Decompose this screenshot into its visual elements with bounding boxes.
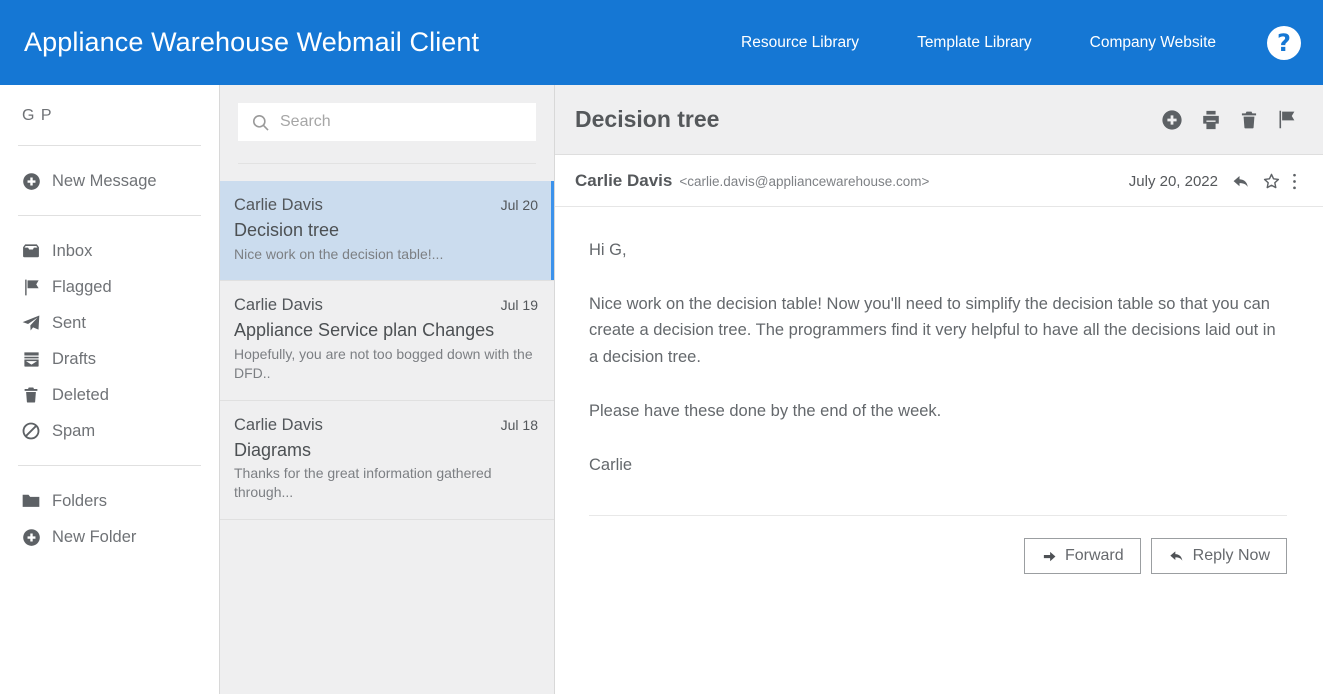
paper-plane-icon [20,312,42,334]
arrow-right-icon [1041,549,1058,564]
forward-button[interactable]: Forward [1023,538,1141,575]
message-preview: Thanks for the great information gathere… [234,465,492,501]
body-paragraph-signature: Carlie [589,455,633,474]
sidebar-compose-group: New Message [18,146,201,215]
message-preview: Nice work on the decision table!... [234,245,444,262]
sender-info: Carlie Davis <carlie.davis@applianceware… [575,171,929,191]
sidebar-item-deleted[interactable]: Deleted [18,377,201,413]
user-initials: G P [22,107,53,124]
search-box[interactable] [238,103,536,141]
message-body: Hi G, Nice work on the decision table! N… [555,207,1323,694]
app-body: G P New Message Inbox Flagged Sent Draft… [0,85,1323,694]
forward-button-label: Forward [1064,547,1124,565]
sidebar-folder-actions-group: Folders New Folder [18,466,201,571]
message-date: Jul 18 [500,416,538,433]
message-sender: Carlie Davis [234,296,323,315]
search-wrapper [220,85,554,141]
sidebar-item-new-message[interactable]: New Message [18,163,201,199]
message-list-item-diagrams[interactable]: Carlie Davis Jul 18 Diagrams Thanks for … [220,401,554,520]
nav-link-company-website[interactable]: Company Website [1061,28,1245,58]
sidebar-item-label: Inbox [52,241,93,260]
sidebar-item-label: Folders [52,491,108,510]
flag-icon [20,276,42,298]
nav-link-resource-library[interactable]: Resource Library [712,28,888,58]
more-vertical-icon[interactable] [1292,172,1297,191]
sender-name: Carlie Davis [575,171,673,190]
reading-pane-toolbar [1161,109,1297,131]
message-action-buttons: Forward Reply Now [589,538,1287,575]
message-subject: Appliance Service plan Changes [234,320,495,341]
delete-icon[interactable] [1239,110,1259,130]
sidebar-item-spam[interactable]: Spam [18,413,201,449]
search-input[interactable] [280,113,523,131]
message-date: Jul 20 [500,197,538,213]
reading-pane-title: Decision tree [575,106,720,132]
app-header: Appliance Warehouse Webmail Client Resou… [0,0,1323,85]
sender-email: <carlie.davis@appliancewarehouse.com> [679,174,930,189]
message-subject: Decision tree [234,220,340,240]
message-meta-row: Carlie Davis Jul 20 [234,196,538,215]
message-list: Carlie Davis Jul 20 Decision tree Nice w… [220,181,554,520]
message-date: July 20, 2022 [1128,172,1218,190]
drafts-envelope-icon [20,348,42,370]
sidebar-item-label: Sent [52,313,86,332]
sidebar-item-label: New Message [52,171,157,190]
message-subject: Diagrams [234,439,312,460]
message-actions: July 20, 2022 [1129,172,1297,191]
message-sender-row: Carlie Davis <carlie.davis@applianceware… [555,155,1323,207]
app-title: Appliance Warehouse Webmail Client [24,27,480,57]
message-date: Jul 19 [500,297,538,314]
sidebar-item-folders[interactable]: Folders [18,483,201,519]
reading-pane-header: Decision tree [555,85,1323,155]
folder-icon [20,490,42,512]
reading-pane: Decision tree Carlie Davis <carlie.davis… [555,85,1323,694]
body-paragraph-greeting: Hi G, [589,241,627,259]
message-meta-row: Carlie Davis Jul 18 [234,416,538,435]
message-preview: Hopefully, you are not too bogged down w… [234,345,533,381]
sidebar-item-inbox[interactable]: Inbox [18,233,201,269]
body-paragraph-main: Nice work on the decision table! Now you… [589,294,1276,367]
plus-circle-icon [20,526,42,548]
star-outline-icon[interactable] [1262,172,1281,191]
reply-arrow-icon [1168,548,1186,564]
sidebar-folders-group: Inbox Flagged Sent Drafts Deleted Spam [18,216,201,465]
sidebar-item-flagged[interactable]: Flagged [18,269,201,305]
reply-now-button-label: Reply Now [1192,547,1270,565]
header-nav: Resource Library Template Library Compan… [712,25,1301,60]
plus-circle-icon [20,170,42,192]
body-divider [589,515,1287,517]
trash-icon [20,384,42,406]
add-icon[interactable] [1161,109,1183,131]
inbox-icon [20,240,42,262]
flag-icon[interactable] [1276,109,1297,130]
sidebar-item-label: New Folder [52,527,137,546]
message-list-item-decision-tree[interactable]: Carlie Davis Jul 20 Decision tree Nice w… [220,181,554,282]
sidebar-item-new-folder[interactable]: New Folder [18,519,201,555]
print-icon[interactable] [1200,109,1222,131]
sidebar-item-drafts[interactable]: Drafts [18,341,201,377]
reply-arrow-icon[interactable] [1232,172,1251,191]
search-separator [238,163,536,164]
reply-now-button[interactable]: Reply Now [1150,538,1287,575]
search-icon [251,113,270,132]
nav-link-template-library[interactable]: Template Library [888,28,1061,58]
message-sender: Carlie Davis [234,196,323,214]
ban-icon [20,420,42,442]
sidebar: G P New Message Inbox Flagged Sent Draft… [0,85,220,694]
message-list-panel: Carlie Davis Jul 20 Decision tree Nice w… [220,85,555,694]
sidebar-item-label: Drafts [52,349,97,368]
body-paragraph-deadline: Please have these done by the end of the… [589,401,942,420]
sidebar-item-label: Flagged [52,277,112,296]
message-list-item-appliance-service-plan-changes[interactable]: Carlie Davis Jul 19 Appliance Service pl… [220,281,554,401]
sidebar-item-label: Deleted [52,385,109,404]
message-sender: Carlie Davis [234,415,323,434]
sidebar-item-label: Spam [52,421,96,440]
help-question-icon[interactable]: ? [1267,25,1301,60]
sidebar-item-sent[interactable]: Sent [18,305,201,341]
message-meta-row: Carlie Davis Jul 19 [234,296,538,315]
